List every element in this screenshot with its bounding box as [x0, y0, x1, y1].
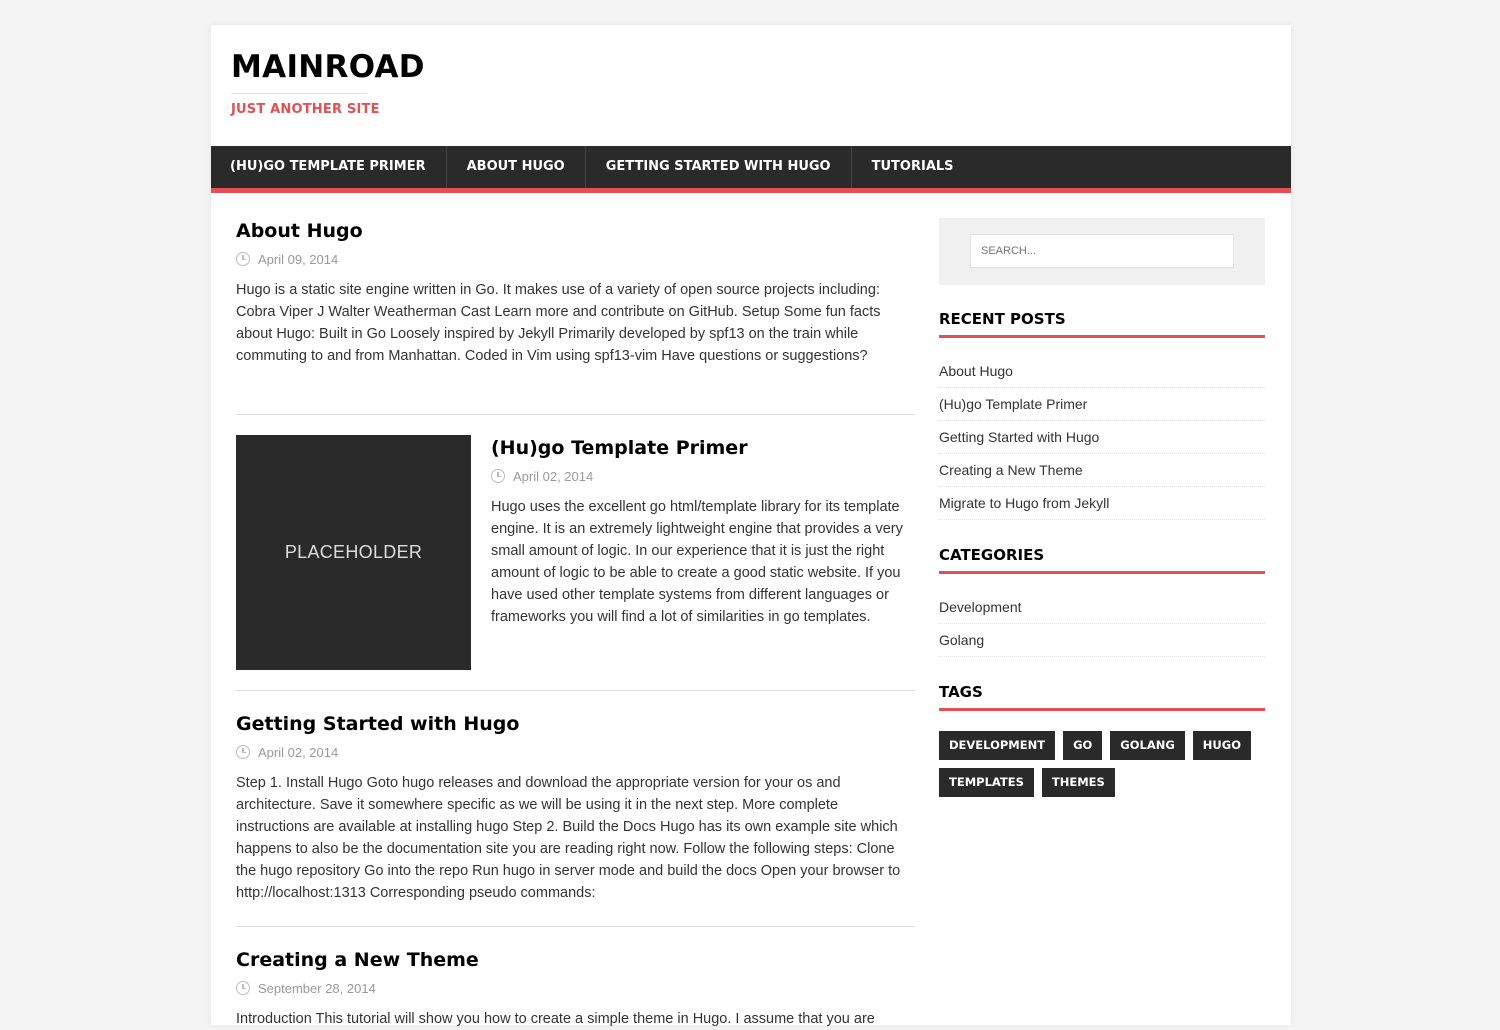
search-widget — [939, 218, 1265, 285]
post-meta: April 09, 2014 — [236, 250, 915, 268]
post-date: April 02, 2014 — [513, 468, 594, 484]
main-nav: (HU)GO TEMPLATE PRIMER ABOUT HUGO GETTIN… — [211, 146, 1291, 193]
categories-widget: CATEGORIES Development Golang — [939, 546, 1265, 657]
site-header: MAINROAD JUST ANOTHER SITE — [211, 25, 1291, 146]
post-meta: April 02, 2014 — [491, 467, 915, 485]
tag-link[interactable]: GOLANG — [1110, 731, 1185, 760]
title-divider — [231, 93, 367, 94]
recent-post-link[interactable]: About Hugo — [939, 355, 1265, 388]
nav-item-about-hugo[interactable]: ABOUT HUGO — [447, 146, 586, 188]
tag-link[interactable]: DEVELOPMENT — [939, 731, 1056, 760]
widget-title: TAGS — [939, 683, 1265, 711]
post-item: Creating a New Theme September 28, 2014 … — [236, 927, 915, 1030]
tags-widget: TAGS DEVELOPMENT GO GOLANG HUGO TEMPLATE… — [939, 683, 1265, 797]
recent-posts-list: About Hugo (Hu)go Template Primer Gettin… — [939, 355, 1265, 520]
page-container: MAINROAD JUST ANOTHER SITE (HU)GO TEMPLA… — [211, 25, 1291, 1027]
recent-post-link[interactable]: Getting Started with Hugo — [939, 421, 1265, 454]
post-date: April 09, 2014 — [258, 251, 339, 267]
tag-link[interactable]: THEMES — [1041, 768, 1115, 797]
clock-icon — [236, 252, 250, 266]
category-link[interactable]: Development — [939, 591, 1265, 624]
post-excerpt: Step 1. Install Hugo Goto hugo releases … — [236, 775, 901, 901]
search-input[interactable] — [970, 234, 1234, 268]
clock-icon — [236, 981, 250, 995]
clock-icon — [236, 745, 250, 759]
widget-title: CATEGORIES — [939, 546, 1265, 574]
post-date: September 28, 2014 — [258, 980, 376, 996]
post-list: About Hugo April 09, 2014 Hugo is a stat… — [236, 218, 915, 1030]
category-link[interactable]: Golang — [939, 624, 1265, 657]
post-title[interactable]: About Hugo — [236, 218, 915, 244]
post-item: About Hugo April 09, 2014 Hugo is a stat… — [236, 218, 915, 415]
sidebar: RECENT POSTS About Hugo (Hu)go Template … — [939, 218, 1265, 797]
post-item: Getting Started with Hugo April 02, 2014… — [236, 691, 915, 927]
clock-icon — [491, 469, 505, 483]
widget-title: RECENT POSTS — [939, 310, 1265, 338]
post-item: PLACEHOLDER (Hu)go Template Primer April… — [236, 415, 915, 691]
post-excerpt: Hugo is a static site engine written in … — [236, 282, 881, 364]
post-title[interactable]: Getting Started with Hugo — [236, 711, 915, 737]
recent-posts-widget: RECENT POSTS About Hugo (Hu)go Template … — [939, 310, 1265, 520]
nav-item-getting-started[interactable]: GETTING STARTED WITH HUGO — [586, 146, 852, 188]
post-date: April 02, 2014 — [258, 744, 339, 760]
tag-cloud: DEVELOPMENT GO GOLANG HUGO TEMPLATES THE… — [939, 731, 1259, 797]
post-meta: April 02, 2014 — [236, 743, 915, 761]
site-tagline: JUST ANOTHER SITE — [231, 102, 380, 117]
recent-post-link[interactable]: Creating a New Theme — [939, 454, 1265, 487]
recent-post-link[interactable]: (Hu)go Template Primer — [939, 388, 1265, 421]
tag-link[interactable]: GO — [1063, 731, 1103, 760]
nav-item-tutorials[interactable]: TUTORIALS — [852, 146, 974, 188]
tag-link[interactable]: HUGO — [1192, 731, 1251, 760]
tag-link[interactable]: TEMPLATES — [939, 768, 1034, 797]
post-title[interactable]: (Hu)go Template Primer — [491, 435, 915, 461]
post-excerpt: Hugo uses the excellent go html/template… — [491, 499, 903, 625]
site-title[interactable]: MAINROAD — [231, 47, 1271, 87]
post-thumbnail[interactable]: PLACEHOLDER — [236, 435, 471, 670]
post-excerpt: Introduction This tutorial will show you… — [236, 1011, 875, 1027]
categories-list: Development Golang — [939, 591, 1265, 657]
nav-item-template-primer[interactable]: (HU)GO TEMPLATE PRIMER — [211, 146, 447, 188]
post-body: (Hu)go Template Primer April 02, 2014 Hu… — [491, 435, 915, 690]
recent-post-link[interactable]: Migrate to Hugo from Jekyll — [939, 487, 1265, 520]
post-title[interactable]: Creating a New Theme — [236, 947, 915, 973]
post-meta: September 28, 2014 — [236, 979, 915, 997]
